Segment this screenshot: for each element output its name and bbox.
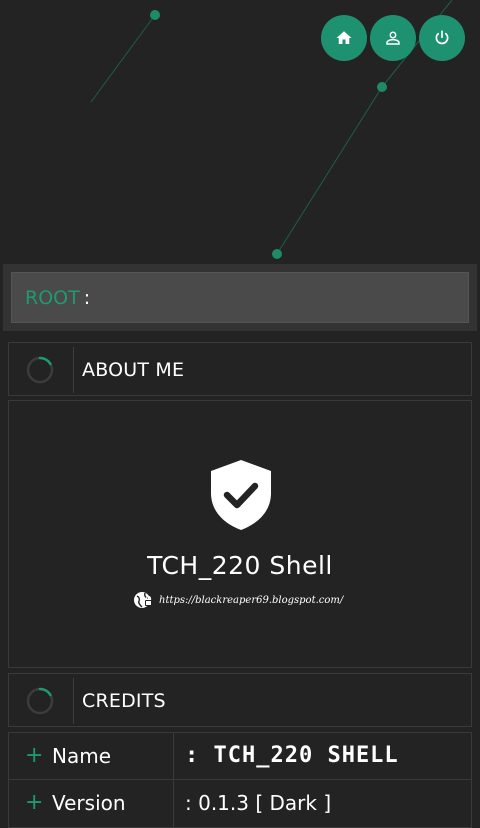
credit-divider	[173, 733, 174, 779]
about-me-header[interactable]: ABOUT ME	[8, 342, 472, 396]
credit-row-name: + Name : TCH_220 SHELL	[8, 732, 472, 780]
plus-icon: +	[25, 790, 44, 815]
credit-row-version: + Version : 0.1.3 [ Dark ]	[8, 780, 472, 828]
shield-check-icon	[211, 460, 271, 530]
credit-value: : 0.1.3 [ Dark ]	[185, 791, 332, 815]
home-icon	[336, 31, 352, 44]
credit-key: Version	[52, 791, 126, 815]
header-divider	[73, 347, 74, 393]
loading-spinner-icon	[26, 356, 54, 384]
credits-label: CREDITS	[82, 690, 166, 712]
credits-header[interactable]: CREDITS	[8, 673, 472, 727]
about-card: TCH_220 Shell https://blackreaper69.blog…	[8, 400, 472, 668]
profile-button[interactable]	[370, 15, 416, 61]
root-path-field[interactable]: ROOT :	[11, 272, 469, 323]
globe-lock-icon	[134, 592, 152, 608]
root-label: ROOT	[25, 286, 80, 309]
blog-url-link[interactable]: https://blackreaper69.blogspot.com/	[159, 595, 343, 606]
plus-icon: +	[25, 743, 44, 768]
network-node	[150, 10, 160, 20]
credit-divider	[173, 780, 174, 827]
network-node	[377, 82, 387, 92]
about-me-label: ABOUT ME	[82, 359, 185, 381]
credit-value: : TCH_220 SHELL	[185, 743, 399, 768]
network-node	[272, 249, 282, 259]
credit-key: Name	[52, 744, 112, 768]
header-divider	[73, 678, 74, 724]
logout-button[interactable]	[419, 15, 465, 61]
blog-link-row[interactable]: https://blackreaper69.blogspot.com/	[133, 589, 343, 611]
home-button[interactable]	[321, 15, 367, 61]
root-separator: :	[83, 286, 91, 309]
user-icon	[386, 31, 400, 45]
shell-title: TCH_220 Shell	[147, 551, 333, 580]
root-bar: ROOT :	[3, 264, 477, 331]
loading-spinner-icon	[26, 687, 54, 715]
power-icon	[435, 30, 449, 45]
